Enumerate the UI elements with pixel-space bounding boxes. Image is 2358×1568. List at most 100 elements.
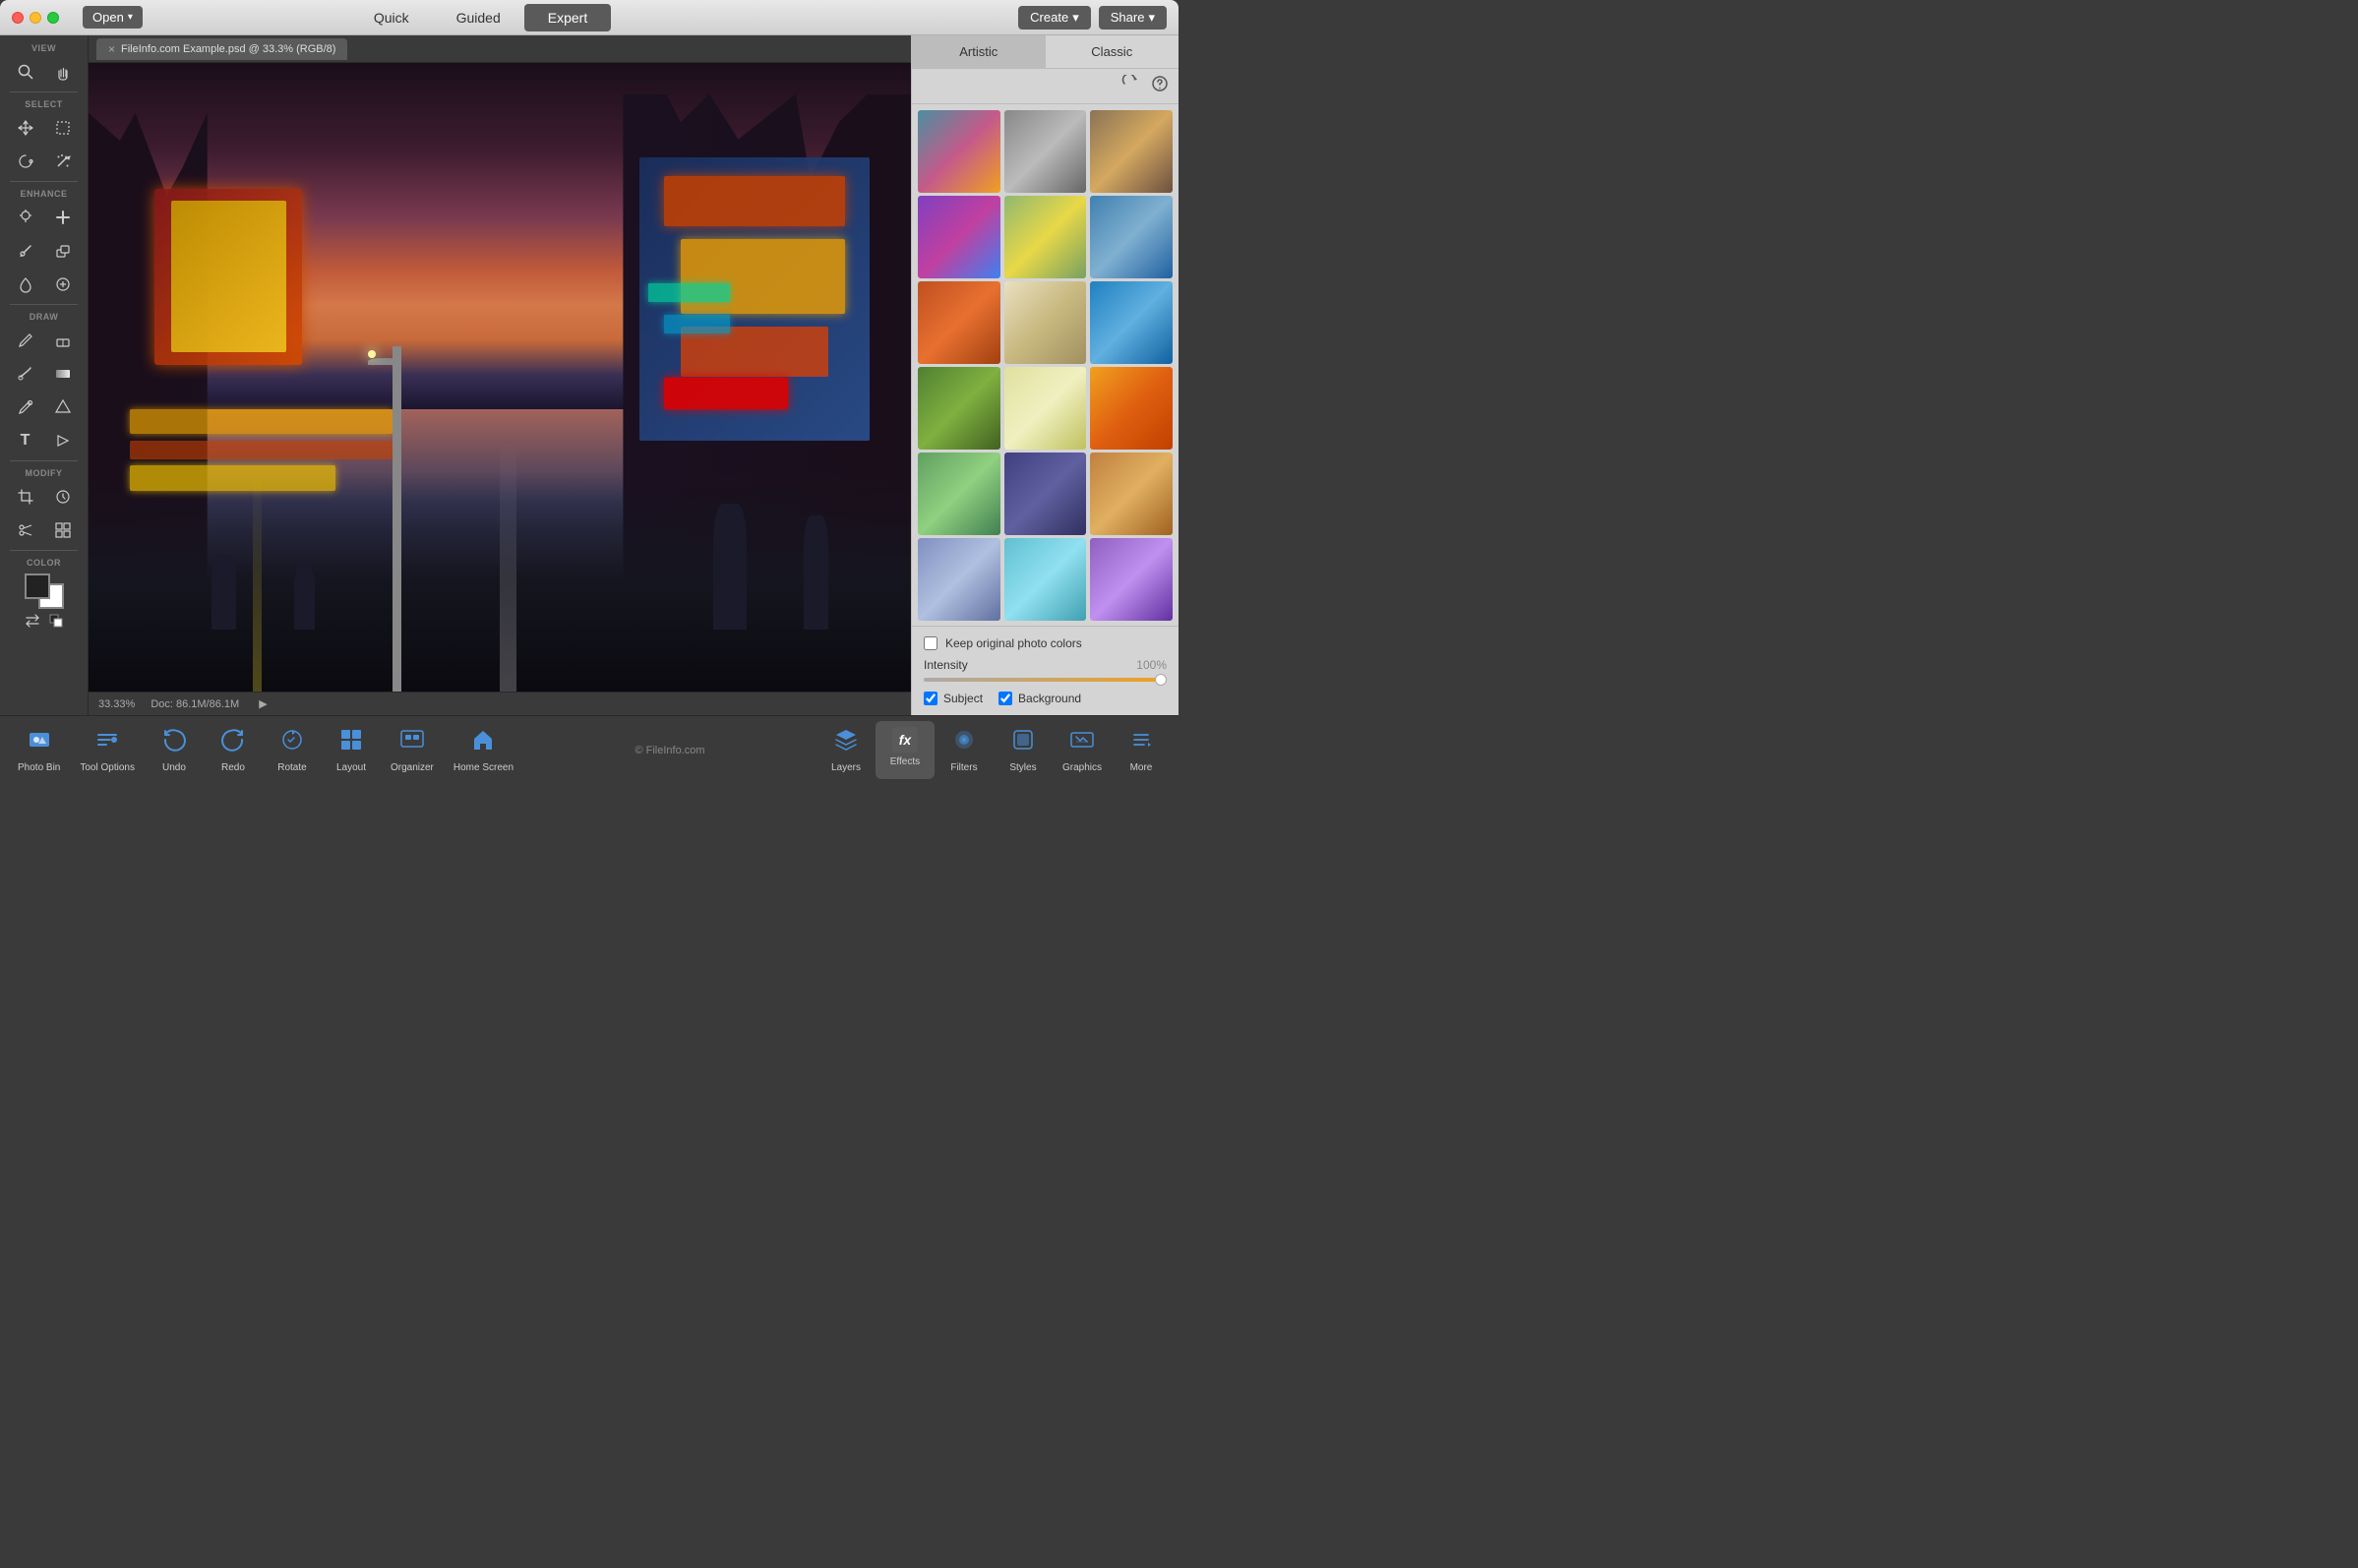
create-button[interactable]: Create ▾	[1018, 6, 1091, 30]
close-tab-icon[interactable]: ×	[108, 42, 115, 56]
home-screen-tool[interactable]: Home Screen	[444, 721, 523, 779]
brush-tool[interactable]	[9, 236, 42, 266]
panel-help-button[interactable]	[1149, 73, 1171, 99]
effect-thumb-15[interactable]	[1090, 452, 1173, 535]
content-aware-tool[interactable]	[46, 515, 80, 545]
effect-thumb-12[interactable]	[1090, 367, 1173, 450]
marquee-tool[interactable]	[46, 113, 80, 143]
color-picker-tool[interactable]	[9, 392, 42, 422]
effect-thumb-9[interactable]	[1090, 281, 1173, 364]
eyedropper-tool[interactable]	[9, 203, 42, 232]
graphics-icon	[1069, 727, 1095, 758]
pencil-tool[interactable]	[9, 326, 42, 355]
background-checkbox[interactable]	[998, 692, 1012, 705]
effect-thumb-2[interactable]	[1004, 110, 1087, 193]
shape-icon	[54, 398, 72, 416]
effect-thumb-16[interactable]	[918, 538, 1000, 621]
undo-icon	[161, 727, 187, 758]
styles-tool[interactable]: Styles	[994, 721, 1053, 779]
watermark: © FileInfo.com	[635, 745, 704, 756]
tab-classic[interactable]: Classic	[1046, 35, 1179, 68]
pencil-icon	[17, 332, 34, 349]
close-button[interactable]	[12, 12, 24, 24]
maximize-button[interactable]	[47, 12, 59, 24]
water-tool[interactable]	[9, 270, 42, 299]
intensity-slider-thumb[interactable]	[1155, 674, 1167, 686]
zoom-level: 33.33%	[98, 698, 135, 710]
tab-guided[interactable]: Guided	[433, 4, 524, 31]
undo-tool[interactable]: Undo	[145, 721, 204, 779]
organizer-tool[interactable]: Organizer	[381, 721, 444, 779]
effect-thumb-18[interactable]	[1090, 538, 1173, 621]
color-swatch-tool[interactable]	[46, 426, 80, 455]
eraser-tool[interactable]	[46, 326, 80, 355]
effect-thumb-10[interactable]	[918, 367, 1000, 450]
effect-thumb-8[interactable]	[1004, 281, 1087, 364]
effect-thumb-13[interactable]	[918, 452, 1000, 535]
effect-thumb-6[interactable]	[1090, 196, 1173, 278]
shape-tool[interactable]	[46, 392, 80, 422]
healing-tool[interactable]	[46, 203, 80, 232]
draw-tools-row3	[0, 391, 88, 424]
subject-label[interactable]: Subject	[943, 692, 983, 705]
more-tool[interactable]: More	[1112, 721, 1171, 779]
effect-thumb-1[interactable]	[918, 110, 1000, 193]
lasso-tool[interactable]	[9, 147, 42, 176]
more-icon	[1128, 727, 1154, 758]
filters-tool[interactable]: Filters	[935, 721, 994, 779]
tab-quick[interactable]: Quick	[350, 4, 433, 31]
photo-bin-tool[interactable]: Photo Bin	[8, 721, 70, 779]
enhance-tools-row1	[0, 201, 88, 234]
file-tab[interactable]: × FileInfo.com Example.psd @ 33.3% (RGB/…	[96, 38, 347, 60]
gradient-tool[interactable]	[46, 359, 80, 389]
minimize-button[interactable]	[30, 12, 41, 24]
tab-expert[interactable]: Expert	[524, 4, 611, 31]
foreground-color-box[interactable]	[25, 573, 50, 599]
recompose-tool[interactable]	[46, 482, 80, 512]
open-button[interactable]: Open ▾	[83, 6, 143, 29]
magic-wand-tool[interactable]	[46, 147, 80, 176]
graphics-tool[interactable]: Graphics	[1053, 721, 1112, 779]
effect-thumb-11[interactable]	[1004, 367, 1087, 450]
intensity-value: 100%	[1136, 658, 1167, 672]
tab-artistic[interactable]: Artistic	[912, 35, 1046, 68]
effect-thumb-7[interactable]	[918, 281, 1000, 364]
subject-checkbox[interactable]	[924, 692, 937, 705]
status-arrow-icon: ▶	[259, 697, 267, 710]
layers-tool[interactable]: Layers	[816, 721, 876, 779]
effect-thumb-17[interactable]	[1004, 538, 1087, 621]
background-item: Background	[998, 692, 1081, 705]
swap-colors-icon[interactable]	[25, 613, 40, 629]
ai-tool[interactable]	[46, 270, 80, 299]
intensity-slider[interactable]	[924, 678, 1167, 682]
titlebar: Open ▾ Quick Guided Expert Create ▾ Shar…	[0, 0, 1179, 35]
layout-tool[interactable]: Layout	[322, 721, 381, 779]
panel-refresh-button[interactable]	[1119, 73, 1141, 99]
crop-tool[interactable]	[9, 482, 42, 512]
clone-stamp-tool[interactable]	[46, 236, 80, 266]
effects-tool[interactable]: fx Effects	[876, 721, 935, 779]
tool-options-tool[interactable]: Tool Options	[70, 721, 145, 779]
keep-original-label[interactable]: Keep original photo colors	[945, 636, 1082, 650]
smudge-tool[interactable]	[9, 359, 42, 389]
redo-tool[interactable]: Redo	[204, 721, 263, 779]
draw-tools-row4: T	[0, 424, 88, 457]
move-tool[interactable]	[9, 113, 42, 143]
move-icon	[17, 119, 34, 137]
background-label[interactable]: Background	[1018, 692, 1081, 705]
keep-original-checkbox[interactable]	[924, 636, 937, 650]
effect-thumb-4[interactable]	[918, 196, 1000, 278]
text-tool[interactable]: T	[9, 426, 42, 455]
effect-thumb-5[interactable]	[1004, 196, 1087, 278]
effect-thumb-3[interactable]	[1090, 110, 1173, 193]
gradient-icon	[54, 365, 72, 383]
scissors-tool[interactable]	[9, 515, 42, 545]
hand-tool[interactable]	[46, 57, 80, 87]
zoom-tool[interactable]	[9, 57, 42, 87]
effect-thumb-14[interactable]	[1004, 452, 1087, 535]
reset-colors-icon[interactable]	[48, 613, 64, 629]
rotate-tool[interactable]: Rotate	[263, 721, 322, 779]
color-boxes[interactable]	[25, 573, 64, 609]
effects-label: Effects	[890, 756, 920, 767]
share-button[interactable]: Share ▾	[1099, 6, 1167, 30]
